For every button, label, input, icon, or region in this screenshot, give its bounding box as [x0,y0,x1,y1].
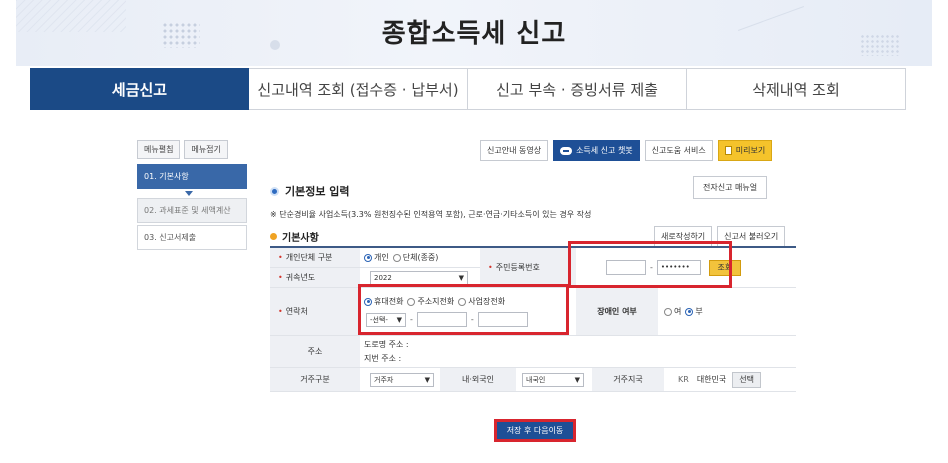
entity-group-radio[interactable] [392,253,401,262]
year-label: • 귀속년도 [270,268,360,288]
preview-button[interactable]: 미리보기 [717,140,773,161]
menu-item-tax-calc[interactable]: 02. 과세표준 및 세액계산 [137,198,247,223]
entity-type-label-text: 개인단체 구분 [285,253,333,262]
top-toolbar: 신고안내 동영상 소득세 신고 챗봇 신고도움 서비스 미리보기 [480,140,773,161]
tab-deleted-history[interactable]: 삭제내역 조회 [687,68,906,110]
subsection-title-text: 기본사항 [282,233,319,244]
entity-individual-label: 개인 [374,253,389,262]
year-label-text: 귀속년도 [285,273,316,282]
entity-type-label: • 개인단체 구분 [270,248,360,268]
tab-attachments[interactable]: 신고 부속 · 증빙서류 제출 [468,68,687,110]
left-menu: 메뉴펼침 메뉴접기 01. 기본사항 02. 과세표준 및 세액계산 03. 신… [137,140,247,252]
section-title: 기본정보 입력 [270,183,350,199]
disabled-yes-label: 여 [674,307,682,316]
document-icon [724,146,732,155]
chatbot-label: 소득세 신고 챗봇 [576,146,633,155]
road-address: 도로명 주소 : [364,340,409,349]
nationality-select[interactable]: 내국인 ▼ [522,372,584,387]
country-name: 대한민국 [696,375,727,384]
country-code: KR [678,375,689,384]
residence-cell: 거주자 ▼ [360,368,440,392]
page-title: 종합소득세 신고 [381,19,567,49]
chatbot-button[interactable]: 소득세 신고 챗봇 [553,140,640,161]
chevron-down-icon: ▼ [458,273,464,282]
residence-select[interactable]: 거주자 ▼ [370,372,434,387]
menu-item-basic[interactable]: 01. 기본사항 [137,164,247,189]
menu-collapse-button[interactable]: 메뉴접기 [184,140,228,159]
disabled-no-radio[interactable] [685,307,694,316]
disabled-yes-radio[interactable] [664,307,672,316]
nationality-select-value: 내국인 [526,375,546,384]
help-service-button[interactable]: 신고도움 서비스 [644,140,713,161]
address-cell: 도로명 주소 : 지번 주소 : [360,336,796,368]
save-next-button[interactable]: 저장 후 다음이동 [494,419,576,442]
nationality-label: 내·외국인 [440,368,516,392]
year-select[interactable]: 2022 ▼ [370,270,468,285]
disabled-no-label: 부 [695,307,703,316]
entity-type-options: 개인 단체(종중) [360,248,480,268]
country-cell: KR 대한민국 선택 [664,368,796,392]
address-label: 주소 [270,336,360,368]
chevron-down-icon: ▼ [424,375,430,384]
disabled-label: 장애인 여부 [576,288,658,336]
manual-button[interactable]: 전자신고 매뉴얼 [693,176,768,199]
year-select-value: 2022 [374,273,392,282]
contact-highlight [358,284,569,335]
rrn-label-text: 주민등록번호 [495,263,540,272]
menu-item-submit[interactable]: 03. 신고서제출 [137,225,247,250]
disabled-options: 여 부 [658,288,796,336]
subsection-title: 기본사항 [270,229,319,244]
main-tabs: 세금신고 신고내역 조회 (접수증 · 납부서) 신고 부속 · 증빙서류 제출… [30,68,906,110]
entity-individual-radio[interactable] [364,253,372,262]
subsection-bullet-icon [270,233,277,240]
tab-filing-history[interactable]: 신고내역 조회 (접수증 · 납부서) [249,68,468,110]
residence-label: 거주구분 [270,368,360,392]
entity-group-label: 단체(종중) [402,253,439,262]
page-banner: 종합소득세 신고 [16,0,932,66]
preview-label: 미리보기 [735,146,766,155]
tab-tax-filing[interactable]: 세금신고 [30,68,249,110]
section-note: ※ 단순경비율 사업소득(3.3% 원천징수된 인적용역 포함), 근로·연금·… [270,210,592,219]
nationality-cell: 내국인 ▼ [516,368,592,392]
chatbot-icon [560,146,573,155]
contact-label: • 연락처 [270,288,360,336]
rrn-label: • 주민등록번호 [480,248,576,288]
section-title-text: 기본정보 입력 [285,185,350,198]
guide-video-button[interactable]: 신고안내 동영상 [480,140,549,161]
country-label: 거주지국 [592,368,664,392]
lot-address: 지번 주소 : [364,354,402,363]
contact-label-text: 연락처 [285,307,308,316]
rrn-highlight [568,241,732,288]
residence-select-value: 거주자 [374,375,394,384]
menu-expand-button[interactable]: 메뉴펼침 [137,140,181,159]
section-bullet-icon [270,186,279,196]
country-select-button[interactable]: 선택 [732,371,761,388]
chevron-down-icon: ▼ [574,375,580,384]
menu-arrow-icon [185,191,193,196]
